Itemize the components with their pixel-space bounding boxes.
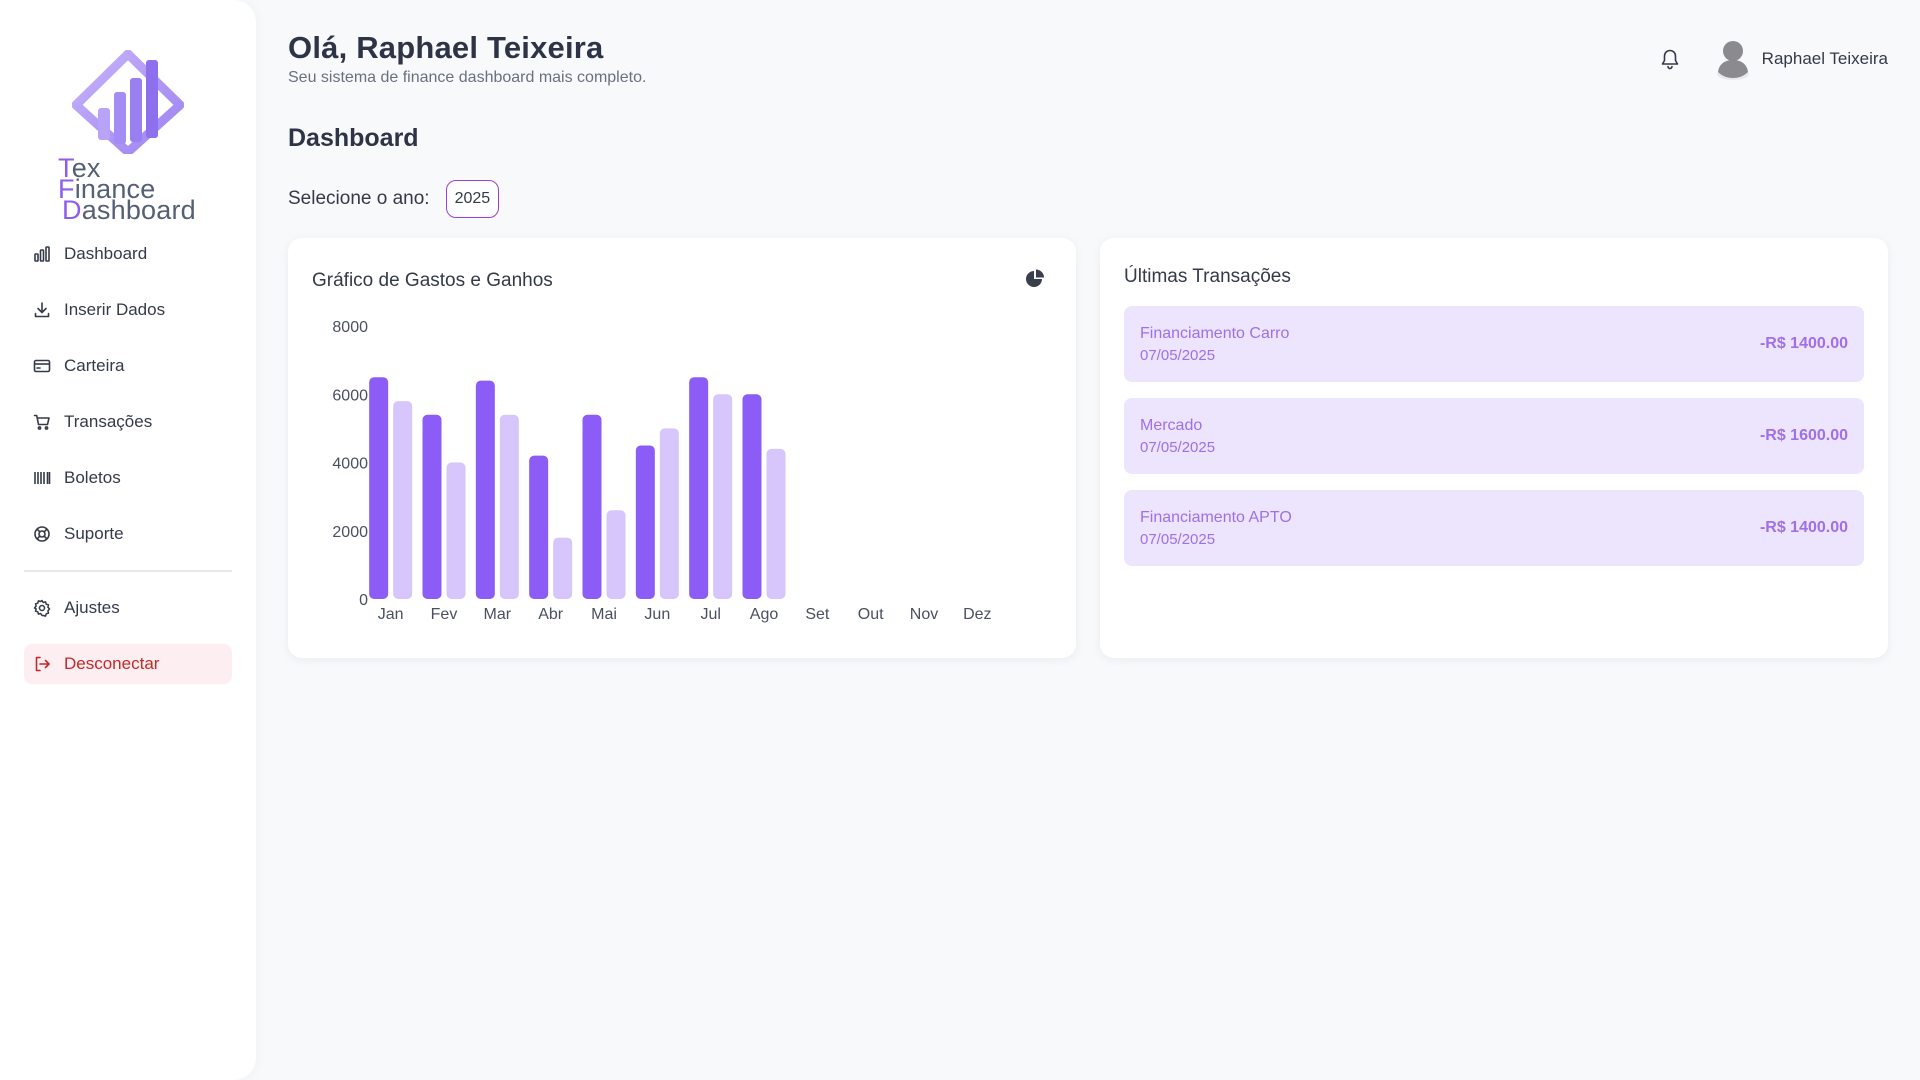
chart-bar[interactable] (529, 455, 549, 599)
user-name[interactable]: Raphael Teixeira (1762, 49, 1888, 69)
transaction-amount: -R$ 1600.00 (1759, 427, 1848, 444)
transaction-amount: -R$ 1400.00 (1759, 519, 1848, 536)
page-subtitle: Seu sistema de finance dashboard mais co… (288, 69, 647, 86)
logo-icon (72, 50, 184, 154)
transaction-item[interactable]: Mercado 07/05/2025 -R$ 1600.00 (1124, 398, 1864, 474)
barcode-icon (32, 468, 52, 488)
transactions-card: Últimas Transações Financiamento Carro 0… (1100, 238, 1888, 658)
x-tick-label: Mai (591, 606, 617, 623)
x-tick-label: Jan (378, 606, 404, 623)
transaction-amount: -R$ 1400.00 (1759, 335, 1848, 352)
chart-bar[interactable] (635, 445, 655, 599)
sidebar-item-inserir-dados[interactable]: Inserir Dados (24, 290, 232, 330)
y-tick-label: 2000 (332, 524, 368, 541)
transactions-list: Financiamento Carro 07/05/2025 -R$ 1400.… (1124, 306, 1864, 582)
chart-bar[interactable] (422, 414, 442, 599)
year-label: Selecione o ano: (288, 188, 430, 209)
x-tick-label: Mar (484, 606, 512, 623)
logout-button[interactable]: Desconectar (24, 644, 232, 684)
x-tick-label: Fev (431, 606, 458, 623)
chart-bar[interactable] (742, 394, 762, 599)
sidebar: Tex Finance Dashboard Dashboard Inserir … (0, 0, 256, 1080)
logout-label: Desconectar (64, 654, 160, 673)
sidebar-item-label: Transações (64, 412, 153, 431)
x-tick-label: Nov (910, 606, 938, 623)
sidebar-item-dashboard[interactable]: Dashboard (24, 234, 232, 274)
sidebar-item-transacoes[interactable]: Transações (24, 402, 232, 442)
section-title: Dashboard (288, 124, 419, 152)
bar-chart-icon (32, 244, 52, 264)
year-select[interactable]: 2025 (445, 180, 500, 218)
chart-bar[interactable] (689, 377, 709, 599)
x-tick-label: Ago (750, 606, 779, 623)
chart-bar[interactable] (582, 414, 602, 599)
y-tick-label: 0 (359, 592, 368, 609)
brand-name: Tex Finance Dashboard (58, 153, 196, 225)
chart-bar[interactable] (475, 380, 495, 599)
sidebar-nav: Dashboard Inserir Dados Carteira Transaç… (24, 234, 232, 700)
sidebar-item-label: Suporte (64, 524, 124, 543)
chart-bar[interactable] (446, 462, 466, 600)
sidebar-item-label: Carteira (64, 356, 125, 375)
lifebuoy-icon (32, 524, 52, 544)
transaction-name: Financiamento APTO (1140, 509, 1292, 526)
sidebar-divider (24, 570, 232, 572)
transaction-date: 07/05/2025 (1140, 347, 1216, 364)
x-tick-label: Jul (700, 606, 720, 623)
transaction-name: Mercado (1140, 417, 1203, 434)
avatar[interactable] (1714, 38, 1752, 80)
chart-bar[interactable] (766, 448, 786, 599)
page-greeting: Olá, Raphael Teixeira (288, 30, 604, 65)
x-tick-label: Set (805, 606, 830, 623)
chart-bar[interactable] (393, 401, 413, 599)
y-tick-label: 4000 (332, 456, 368, 473)
transaction-item[interactable]: Financiamento APTO 07/05/2025 -R$ 1400.0… (1124, 490, 1864, 566)
transaction-name: Financiamento Carro (1140, 325, 1290, 342)
sidebar-item-carteira[interactable]: Carteira (24, 346, 232, 386)
x-tick-label: Jun (644, 606, 670, 623)
y-tick-label: 6000 (332, 387, 368, 404)
year-selector-row: Selecione o ano: 2025 (288, 180, 500, 218)
transactions-title: Últimas Transações (1124, 266, 1291, 287)
transaction-date: 07/05/2025 (1140, 531, 1216, 548)
x-tick-label: Out (858, 606, 884, 623)
logout-icon (32, 654, 52, 674)
brand-logo[interactable]: Tex Finance Dashboard (58, 50, 198, 224)
sidebar-item-suporte[interactable]: Suporte (24, 514, 232, 554)
x-tick-label: Abr (538, 606, 564, 623)
sidebar-item-label: Boletos (64, 468, 121, 487)
chart-bar[interactable] (606, 510, 626, 599)
sidebar-item-label: Inserir Dados (64, 300, 166, 319)
sidebar-item-boletos[interactable]: Boletos (24, 458, 232, 498)
sidebar-item-label: Dashboard (64, 244, 148, 263)
chart-card: Gráfico de Gastos e Ganhos 0 2000 4000 6000… (288, 238, 1076, 658)
x-tick-label: Dez (963, 606, 991, 623)
bar-chart: 0 2000 4000 6000 8000 Jan Fev Mar Abr Mai Jun Jul Ag… (332, 319, 991, 623)
chart-bar[interactable] (713, 394, 733, 599)
user-bar: Raphael Teixeira (1656, 38, 1888, 80)
chart-bar[interactable] (369, 377, 389, 599)
transaction-item[interactable]: Financiamento Carro 07/05/2025 -R$ 1400.… (1124, 306, 1864, 382)
cart-icon (32, 412, 52, 432)
chart-bar[interactable] (499, 414, 519, 599)
sidebar-item-label: Ajustes (64, 598, 120, 617)
chart-bar[interactable] (553, 537, 573, 599)
download-icon (32, 300, 52, 320)
gear-icon (32, 598, 52, 618)
wallet-icon (32, 356, 52, 376)
greeting-block: Olá, Raphael Teixeira Seu sistema de fin… (288, 30, 646, 87)
y-tick-label: 8000 (332, 319, 368, 336)
sidebar-item-ajustes[interactable]: Ajustes (24, 588, 232, 628)
bell-icon[interactable] (1656, 45, 1684, 73)
transaction-date: 07/05/2025 (1140, 439, 1216, 456)
chart-bar[interactable] (659, 428, 679, 599)
